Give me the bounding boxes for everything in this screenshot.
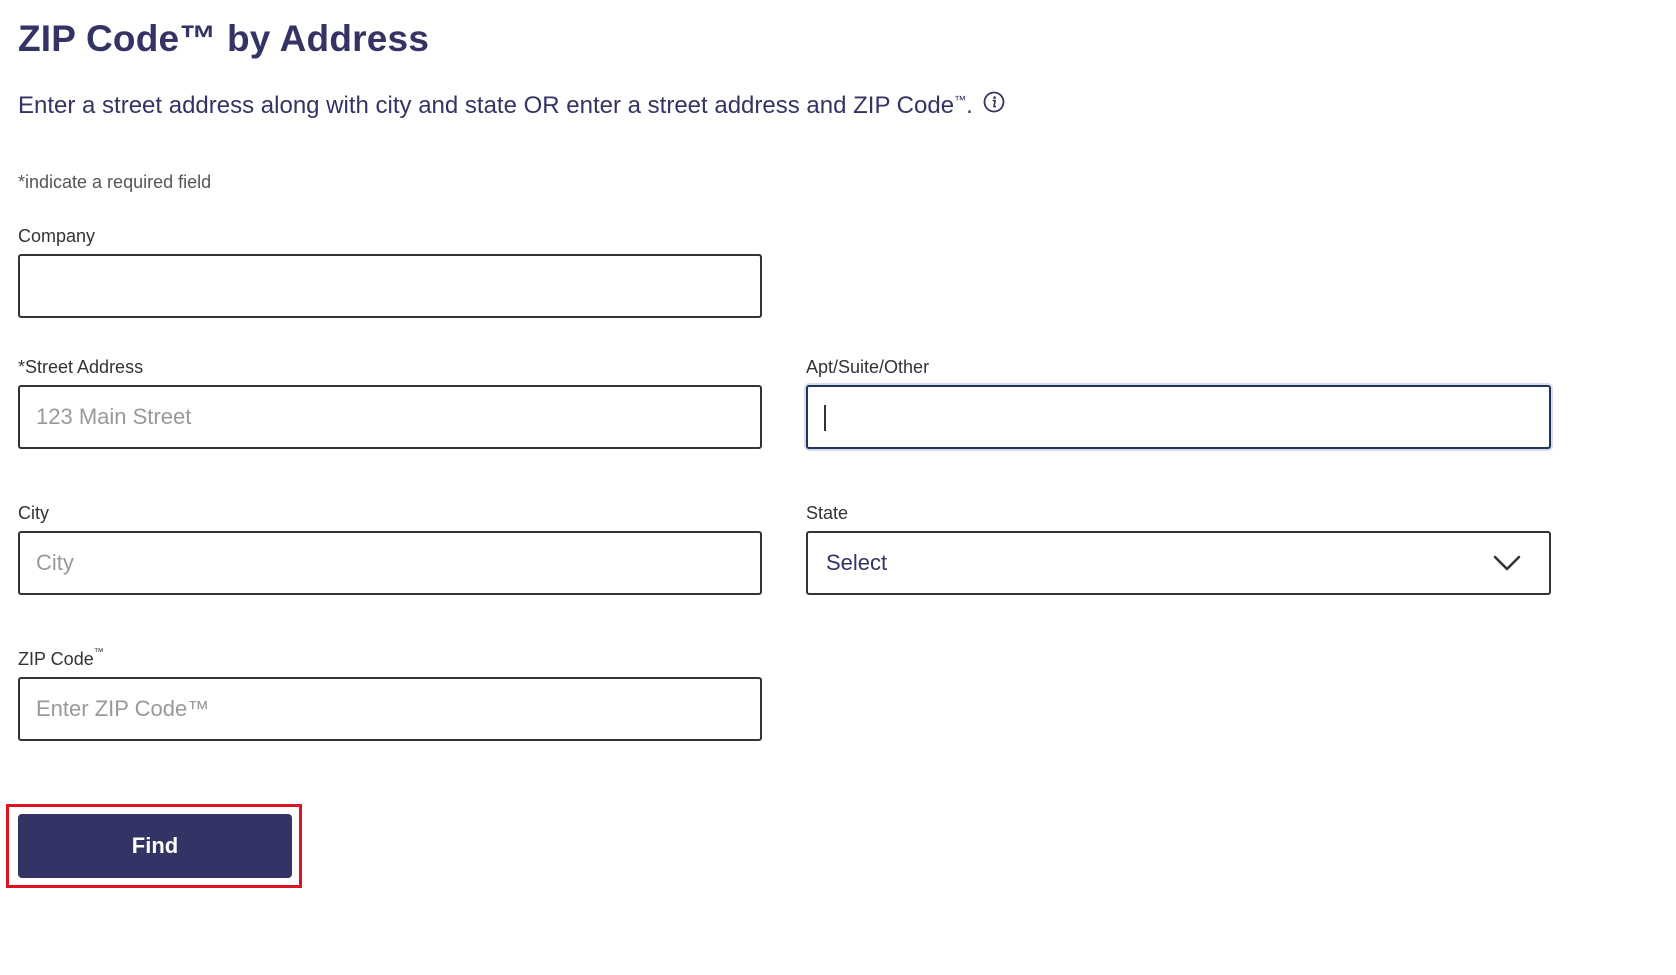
info-icon[interactable] (983, 91, 1005, 113)
zip-code-label-tm: ™ (93, 647, 104, 658)
page-title: ZIP Code™ by Address (18, 18, 430, 59)
street-address-label: *Street Address (18, 357, 144, 377)
apt-suite-label: Apt/Suite/Other (806, 357, 930, 377)
zip-code-label: ZIP Code™ (18, 647, 104, 670)
zip-code-input[interactable] (18, 677, 762, 741)
company-label: Company (18, 226, 96, 246)
intro-text: Enter a street address along with city a… (18, 91, 1005, 120)
find-button[interactable]: Find (18, 814, 292, 878)
chevron-down-icon (1493, 553, 1521, 573)
company-input[interactable] (18, 254, 762, 318)
apt-suite-input[interactable] (806, 385, 1551, 449)
city-input[interactable] (18, 531, 762, 595)
intro-tm: ™ (954, 93, 967, 107)
state-label: State (806, 503, 849, 523)
state-selected-value: Select (826, 550, 888, 575)
required-field-note: *indicate a required field (18, 172, 212, 192)
intro-period: . (966, 92, 973, 119)
zip-code-label-text: ZIP Code (18, 649, 94, 669)
zip-lookup-page: ZIP Code™ by Address Enter a street addr… (0, 0, 1676, 975)
text-cursor (824, 405, 826, 431)
intro-text-body: Enter a street address along with city a… (18, 92, 955, 119)
street-address-input[interactable] (18, 385, 762, 449)
state-select[interactable]: Select (806, 531, 1551, 595)
city-label: City (18, 503, 49, 523)
